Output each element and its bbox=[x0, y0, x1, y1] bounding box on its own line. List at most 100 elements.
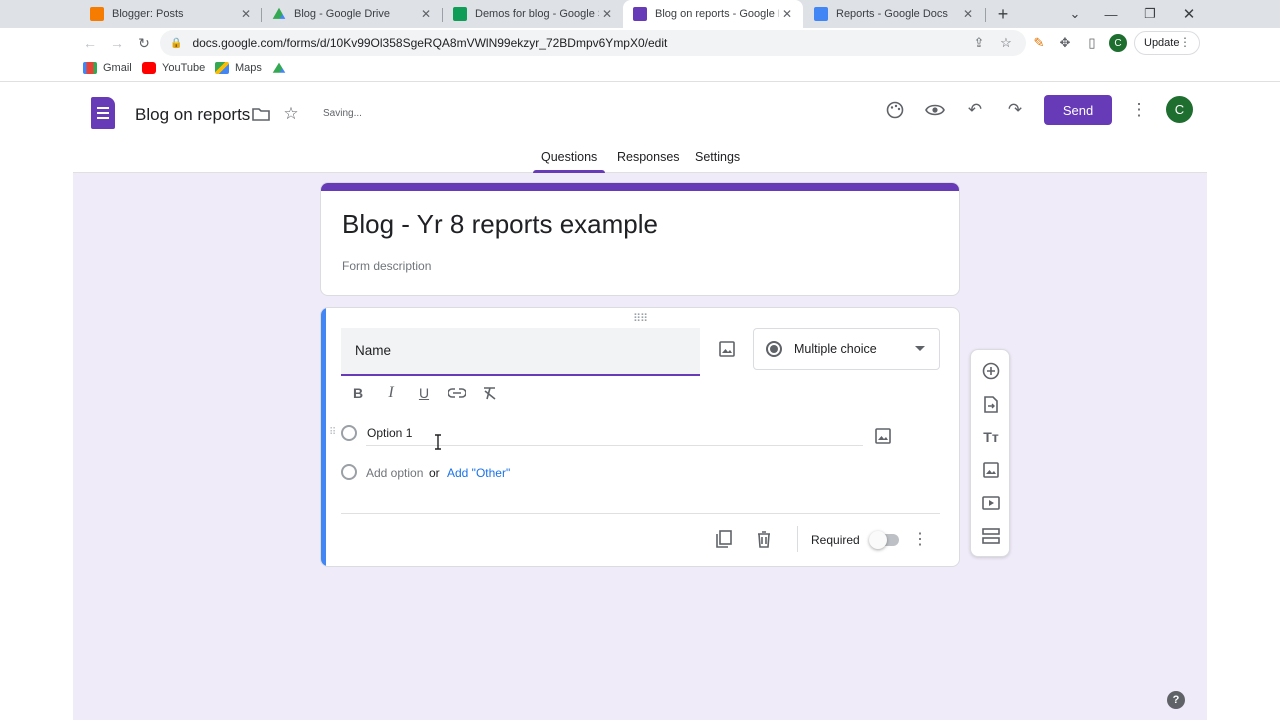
tab-title: Blogger: Posts bbox=[112, 8, 184, 20]
forms-app-bar: Blog on reports ☆ Saving... ↶ ↷ Send ⋮ C… bbox=[73, 84, 1207, 173]
browser-tab-active[interactable]: Blog on reports - Google Fo ✕ bbox=[623, 0, 803, 28]
browser-tab-strip: Blogger: Posts ✕ Blog - Google Drive ✕ D… bbox=[0, 0, 1280, 28]
question-type-select[interactable]: Multiple choice bbox=[753, 328, 940, 370]
bold-icon[interactable]: B bbox=[347, 382, 369, 404]
tab-responses[interactable]: Responses bbox=[617, 150, 680, 164]
add-question-icon[interactable] bbox=[980, 360, 1002, 382]
more-vert-icon[interactable]: ⋮ bbox=[1128, 99, 1150, 121]
delete-icon[interactable] bbox=[753, 528, 775, 550]
question-title-input[interactable]: Name bbox=[341, 328, 700, 376]
form-title[interactable]: Blog - Yr 8 reports example bbox=[342, 209, 658, 240]
share-icon[interactable]: ⇪ bbox=[970, 34, 988, 52]
account-avatar[interactable]: C bbox=[1166, 96, 1193, 123]
palette-icon[interactable] bbox=[884, 99, 906, 121]
restore-button[interactable]: ❐ bbox=[1131, 0, 1169, 28]
radio-checked-icon bbox=[766, 341, 782, 357]
page-right-gutter bbox=[1207, 84, 1280, 720]
add-title-description-icon[interactable]: Tт bbox=[980, 426, 1002, 448]
browser-tab[interactable]: Reports - Google Docs ✕ bbox=[804, 0, 984, 28]
minimize-button[interactable]: — bbox=[1092, 0, 1130, 28]
profile-avatar[interactable]: C bbox=[1109, 34, 1127, 52]
more-vert-icon[interactable]: ⋮ bbox=[909, 528, 931, 550]
google-drive-icon bbox=[272, 7, 286, 19]
google-drive-icon bbox=[272, 62, 286, 73]
close-window-button[interactable]: ✕ bbox=[1170, 0, 1208, 28]
bookmark-label: Gmail bbox=[103, 62, 132, 74]
document-title[interactable]: Blog on reports bbox=[135, 105, 250, 125]
browser-tab[interactable]: Blogger: Posts ✕ bbox=[80, 0, 262, 28]
undo-icon[interactable]: ↶ bbox=[964, 99, 986, 121]
youtube-icon bbox=[142, 62, 156, 74]
add-image-icon[interactable] bbox=[980, 459, 1002, 481]
add-section-icon[interactable] bbox=[980, 525, 1002, 547]
underline-icon[interactable]: U bbox=[413, 382, 435, 404]
form-title-card[interactable]: Blog - Yr 8 reports example Form descrip… bbox=[320, 182, 960, 296]
import-questions-icon[interactable] bbox=[980, 393, 1002, 415]
radio-unchecked-icon bbox=[341, 425, 357, 441]
tab-search-button[interactable]: ⌄ bbox=[1056, 0, 1094, 28]
side-panel-icon[interactable]: ▯ bbox=[1083, 34, 1101, 52]
more-vert-icon: ⋮ bbox=[1179, 35, 1191, 49]
option-row[interactable]: Option 1 bbox=[341, 420, 412, 446]
option-drag-handle-icon[interactable]: ⠿ bbox=[329, 427, 336, 438]
add-image-icon[interactable] bbox=[716, 338, 738, 360]
clear-formatting-icon[interactable] bbox=[479, 382, 501, 404]
folder-icon[interactable] bbox=[250, 103, 272, 125]
url-text: docs.google.com/forms/d/10Kv99Ol358SgeRQ… bbox=[192, 36, 668, 50]
bookmark-drive[interactable] bbox=[272, 62, 292, 74]
forward-button[interactable]: → bbox=[106, 32, 128, 54]
address-bar[interactable]: 🔒 docs.google.com/forms/d/10Kv99Ol358Sge… bbox=[160, 30, 1026, 56]
update-label: Update bbox=[1144, 37, 1180, 49]
lock-icon: 🔒 bbox=[170, 37, 183, 49]
new-tab-button[interactable]: + bbox=[984, 0, 1022, 28]
link-icon[interactable] bbox=[446, 382, 468, 404]
form-description-field[interactable]: Form description bbox=[342, 259, 431, 273]
gmail-icon bbox=[83, 62, 97, 74]
question-card[interactable]: ⠿⠿ Name Multiple choice B I U ⠿ Option 1 bbox=[320, 307, 960, 567]
preview-eye-icon[interactable] bbox=[924, 99, 946, 121]
maps-icon bbox=[215, 62, 229, 74]
forms-editor: Blog on reports ☆ Saving... ↶ ↷ Send ⋮ C… bbox=[73, 84, 1207, 720]
reload-button[interactable]: ↻ bbox=[133, 32, 155, 54]
italic-icon[interactable]: I bbox=[380, 382, 402, 404]
google-forms-logo-icon[interactable] bbox=[91, 97, 115, 129]
add-video-icon[interactable] bbox=[980, 492, 1002, 514]
extension-pen-icon[interactable]: ✎ bbox=[1030, 34, 1048, 52]
tab-questions[interactable]: Questions bbox=[541, 150, 597, 164]
or-text: or bbox=[429, 466, 440, 480]
option-image-icon[interactable] bbox=[872, 425, 894, 447]
tab-title: Demos for blog - Google She bbox=[475, 8, 599, 20]
browser-toolbar: ← → ↻ 🔒 docs.google.com/forms/d/10Kv99Ol… bbox=[0, 28, 1280, 58]
google-docs-icon bbox=[814, 7, 828, 21]
duplicate-icon[interactable] bbox=[713, 528, 735, 550]
help-icon[interactable]: ? bbox=[1167, 691, 1185, 709]
add-option-link[interactable]: Add option bbox=[366, 466, 423, 480]
redo-icon[interactable]: ↷ bbox=[1004, 99, 1026, 121]
bookmark-maps[interactable]: Maps bbox=[215, 62, 262, 74]
google-forms-icon bbox=[633, 7, 647, 21]
extensions-puzzle-icon[interactable]: ✥ bbox=[1056, 34, 1074, 52]
close-icon[interactable]: ✕ bbox=[960, 6, 976, 22]
option-label[interactable]: Option 1 bbox=[367, 426, 412, 440]
browser-tab[interactable]: Demos for blog - Google She ✕ bbox=[443, 0, 623, 28]
bookmark-youtube[interactable]: YouTube bbox=[142, 62, 205, 74]
bookmark-gmail[interactable]: Gmail bbox=[83, 62, 132, 74]
drag-handle-icon[interactable]: ⠿⠿ bbox=[633, 312, 648, 325]
tab-settings[interactable]: Settings bbox=[695, 150, 740, 164]
footer-separator bbox=[797, 526, 798, 552]
close-icon[interactable]: ✕ bbox=[418, 6, 434, 22]
send-button[interactable]: Send bbox=[1044, 95, 1112, 125]
bookmark-star-icon[interactable]: ☆ bbox=[997, 34, 1015, 52]
close-icon[interactable]: ✕ bbox=[238, 6, 254, 22]
required-toggle[interactable] bbox=[869, 531, 899, 549]
required-label: Required bbox=[811, 533, 860, 547]
question-type-label: Multiple choice bbox=[794, 342, 877, 356]
back-button[interactable]: ← bbox=[79, 32, 101, 54]
bookmark-label: Maps bbox=[235, 62, 262, 74]
update-button[interactable]: Update ⋮ bbox=[1134, 31, 1200, 55]
close-icon[interactable]: ✕ bbox=[779, 6, 795, 22]
add-other-link[interactable]: Add "Other" bbox=[447, 466, 510, 480]
close-icon[interactable]: ✕ bbox=[599, 6, 615, 22]
browser-tab[interactable]: Blog - Google Drive ✕ bbox=[262, 0, 442, 28]
star-icon[interactable]: ☆ bbox=[280, 103, 302, 125]
